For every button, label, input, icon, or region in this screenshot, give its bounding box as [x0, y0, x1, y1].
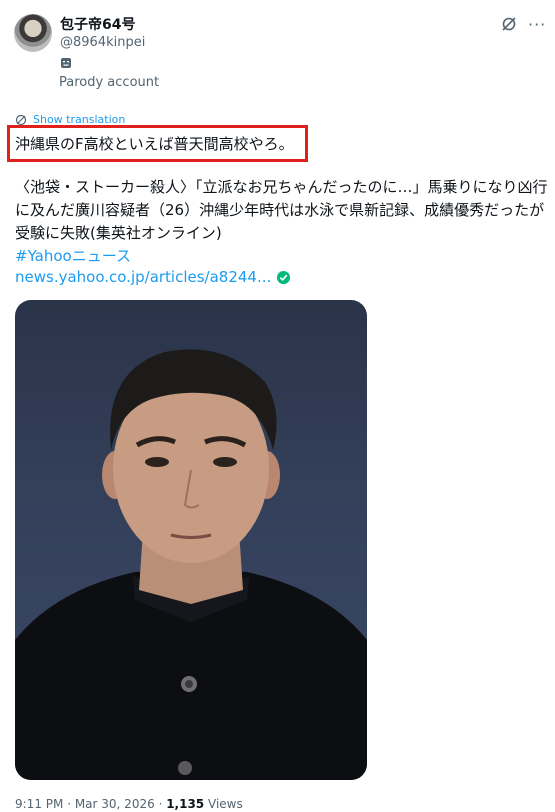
tweet-time[interactable]: 9:11 PM: [15, 797, 63, 811]
views-label: Views: [208, 797, 243, 811]
article-link-text[interactable]: news.yahoo.co.jp/articles/a8244...: [15, 268, 271, 286]
parody-label: Parody account: [59, 75, 160, 90]
translate-icon: [15, 114, 27, 125]
views-count: 1,135: [166, 797, 205, 811]
verified-icon: [277, 270, 291, 284]
tweet-meta: 9:11 PM · Mar 30, 2026 · 1,135 Views: [15, 797, 243, 811]
highlighted-text: 沖縄県のF高校といえば普天間高校やろ。: [15, 135, 294, 153]
grok-icon[interactable]: [501, 16, 517, 32]
attached-photo[interactable]: [15, 300, 367, 780]
mask-icon: [61, 58, 71, 68]
tweet-date[interactable]: Mar 30, 2026: [75, 797, 155, 811]
article-link[interactable]: news.yahoo.co.jp/articles/a8244...: [15, 268, 291, 286]
hashtag-link[interactable]: #Yahooニュース: [15, 245, 131, 266]
more-icon[interactable]: ···: [528, 15, 546, 34]
tweet-body: 〈池袋・ストーカー殺人〉「立派なお兄ちゃんだったのに…」馬乗りになり凶行に及んだ…: [15, 178, 548, 242]
avatar[interactable]: [14, 14, 52, 52]
meta-separator: ·: [67, 797, 75, 811]
display-name[interactable]: 包子帝64号: [60, 14, 135, 34]
portrait-image: [15, 349, 367, 780]
user-handle[interactable]: @8964kinpei: [60, 35, 145, 50]
